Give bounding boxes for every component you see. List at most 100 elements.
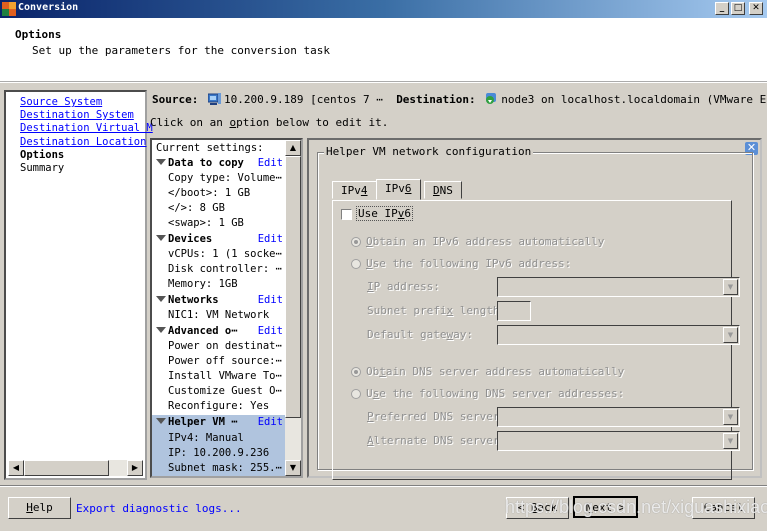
destination-label: Destination: <box>396 93 476 106</box>
setting-item[interactable]: <swap>: 1 GB <box>152 216 287 231</box>
expand-triangle-icon <box>156 235 166 241</box>
dropdown-arrow-icon[interactable]: ▼ <box>723 327 738 343</box>
section-data-to-copy[interactable]: Data to copy Edit <box>152 156 287 171</box>
dns-auto-radio[interactable] <box>351 367 361 377</box>
setting-item[interactable]: Subnet mask: 255.⋯ <box>152 461 287 476</box>
setting-item[interactable]: NIC1: VM Network <box>152 308 287 323</box>
next-button[interactable]: Next > <box>573 496 638 518</box>
current-settings-list: Current settings: Data to copy Edit Copy … <box>150 138 303 478</box>
use-ipv6-label[interactable]: Use IPv6 <box>356 206 413 221</box>
expand-triangle-icon <box>156 296 166 302</box>
setting-item[interactable]: Install VMware To⋯ <box>152 369 287 384</box>
setting-item[interactable]: Power off source:⋯ <box>152 354 287 369</box>
edit-advanced-options-link[interactable]: Edit <box>258 324 283 339</box>
edit-data-to-copy-link[interactable]: Edit <box>258 156 283 171</box>
wizard-steps: Source System Destination System Destina… <box>4 90 153 480</box>
edit-hint: Click on an option below to edit it. <box>150 116 389 129</box>
scroll-right-button[interactable]: ▶ <box>127 460 143 476</box>
section-advanced-options[interactable]: Advanced o⋯ Edit <box>152 324 287 339</box>
ipv6-auto-label: Obtain an IPv6 address automatically <box>366 235 605 248</box>
setting-item[interactable]: Power on destinat⋯ <box>152 339 287 354</box>
section-helper-vm[interactable]: Helper VM ⋯ Edit <box>152 415 287 431</box>
dropdown-arrow-icon[interactable]: ▼ <box>723 409 738 425</box>
source-destination-bar: Source: 10.200.9.189 [centos 7 ⋯ Destina… <box>152 93 767 106</box>
expand-triangle-icon <box>156 159 166 165</box>
scroll-down-button[interactable]: ▼ <box>285 460 301 476</box>
prefix-length-label: Subnet prefix length: <box>367 304 507 317</box>
nav-options: Options <box>20 149 65 161</box>
settings-vertical-scrollbar[interactable]: ▲ ▼ <box>285 140 301 476</box>
use-ipv6-checkbox[interactable] <box>341 209 352 220</box>
app-icon <box>2 2 16 16</box>
nav-destination-virtual-machine[interactable]: Destination Virtual M <box>20 122 153 134</box>
setting-item[interactable]: vCPUs: 1 (1 socke⋯ <box>152 247 287 262</box>
scroll-left-button[interactable]: ◀ <box>8 460 24 476</box>
page-header: Options Set up the parameters for the co… <box>0 18 767 83</box>
setting-item[interactable]: Reconfigure: Yes <box>152 399 287 414</box>
tab-ipv6[interactable]: IPv6 <box>376 179 421 200</box>
dropdown-arrow-icon[interactable]: ▼ <box>723 433 738 449</box>
footer-divider <box>0 485 767 487</box>
nav-horizontal-scrollbar[interactable]: ◀ ▶ <box>8 460 143 476</box>
window-title: Conversion <box>18 2 79 13</box>
ipv6-manual-radio[interactable] <box>351 259 361 269</box>
dns-auto-label: Obtain DNS server address automatically <box>366 365 625 378</box>
default-gateway-combo[interactable]: ▼ <box>497 325 740 345</box>
setting-item[interactable]: </boot>: 1 GB <box>152 186 287 201</box>
scroll-up-button[interactable]: ▲ <box>285 140 301 156</box>
vm-host-icon <box>486 93 497 104</box>
scroll-thumb[interactable] <box>24 460 109 476</box>
dropdown-arrow-icon[interactable]: ▼ <box>723 279 738 295</box>
help-button[interactable]: Help <box>8 497 71 519</box>
export-diagnostic-logs-link[interactable]: Export diagnostic logs... <box>76 502 242 515</box>
prefix-length-input[interactable] <box>497 301 531 321</box>
setting-item[interactable]: Customize Guest O⋯ <box>152 384 287 399</box>
scroll-thumb[interactable] <box>285 156 301 418</box>
tab-dns[interactable]: DNS <box>424 181 462 199</box>
nav-destination-location[interactable]: Destination Location <box>20 136 146 148</box>
section-networks[interactable]: Networks Edit <box>152 293 287 308</box>
source-label: Source: <box>152 93 199 106</box>
ip-address-combo[interactable]: ▼ <box>497 277 740 297</box>
minimize-button[interactable]: _ <box>715 2 729 15</box>
back-button[interactable]: < Back <box>506 497 569 519</box>
cancel-button[interactable]: Cancel <box>692 497 755 519</box>
page-title: Options <box>15 28 62 41</box>
network-config-groupbox: Helper VM network configuration IPv4 IPv… <box>317 145 753 480</box>
ipv6-auto-radio[interactable] <box>351 237 361 247</box>
setting-item[interactable]: </>: 8 GB <box>152 201 287 216</box>
tab-ipv4[interactable]: IPv4 <box>332 181 377 199</box>
helper-vm-network-panel: ✕ Helper VM network configuration IPv4 I… <box>307 138 762 480</box>
edit-networks-link[interactable]: Edit <box>258 293 283 308</box>
dns-manual-label: Use the following DNS server addresses: <box>366 387 625 400</box>
ipv6-manual-label: Use the following IPv6 address: <box>366 257 572 270</box>
expand-triangle-icon <box>156 327 166 333</box>
groupbox-title: Helper VM network configuration <box>324 145 534 158</box>
nav-summary: Summary <box>20 162 65 174</box>
destination-value: node3 on localhost.localdomain (VMware E… <box>501 93 767 106</box>
setting-item[interactable]: Memory: 1GB <box>152 277 287 292</box>
computer-icon <box>207 93 221 105</box>
close-button[interactable]: ✕ <box>749 2 763 15</box>
section-devices[interactable]: Devices Edit <box>152 232 287 247</box>
alternate-dns-combo[interactable]: ▼ <box>497 431 740 451</box>
edit-helper-vm-link[interactable]: Edit <box>258 415 283 430</box>
preferred-dns-combo[interactable]: ▼ <box>497 407 740 427</box>
source-value: 10.200.9.189 [centos 7 ⋯ <box>223 93 383 106</box>
alternate-dns-label: Alternate DNS server: <box>367 434 507 447</box>
setting-item[interactable]: IPv4: Manual <box>152 431 287 446</box>
page-subtitle: Set up the parameters for the conversion… <box>32 44 331 57</box>
title-bar: Conversion _ □ ✕ <box>0 0 767 18</box>
maximize-button[interactable]: □ <box>731 2 745 15</box>
setting-item[interactable]: IP: 10.200.9.236 <box>152 446 287 461</box>
dns-manual-radio[interactable] <box>351 389 361 399</box>
expand-triangle-icon <box>156 418 166 424</box>
preferred-dns-label: Preferred DNS server: <box>367 410 507 423</box>
default-gateway-label: Default gateway: <box>367 328 473 341</box>
nav-destination-system[interactable]: Destination System <box>20 109 134 121</box>
ipv6-tab-panel: Use IPv6 Obtain an IPv6 address automati… <box>332 200 740 480</box>
edit-devices-link[interactable]: Edit <box>258 232 283 247</box>
setting-item[interactable]: Disk controller: ⋯ <box>152 262 287 277</box>
setting-item[interactable]: Copy type: Volume⋯ <box>152 171 287 186</box>
nav-source-system[interactable]: Source System <box>20 96 102 108</box>
